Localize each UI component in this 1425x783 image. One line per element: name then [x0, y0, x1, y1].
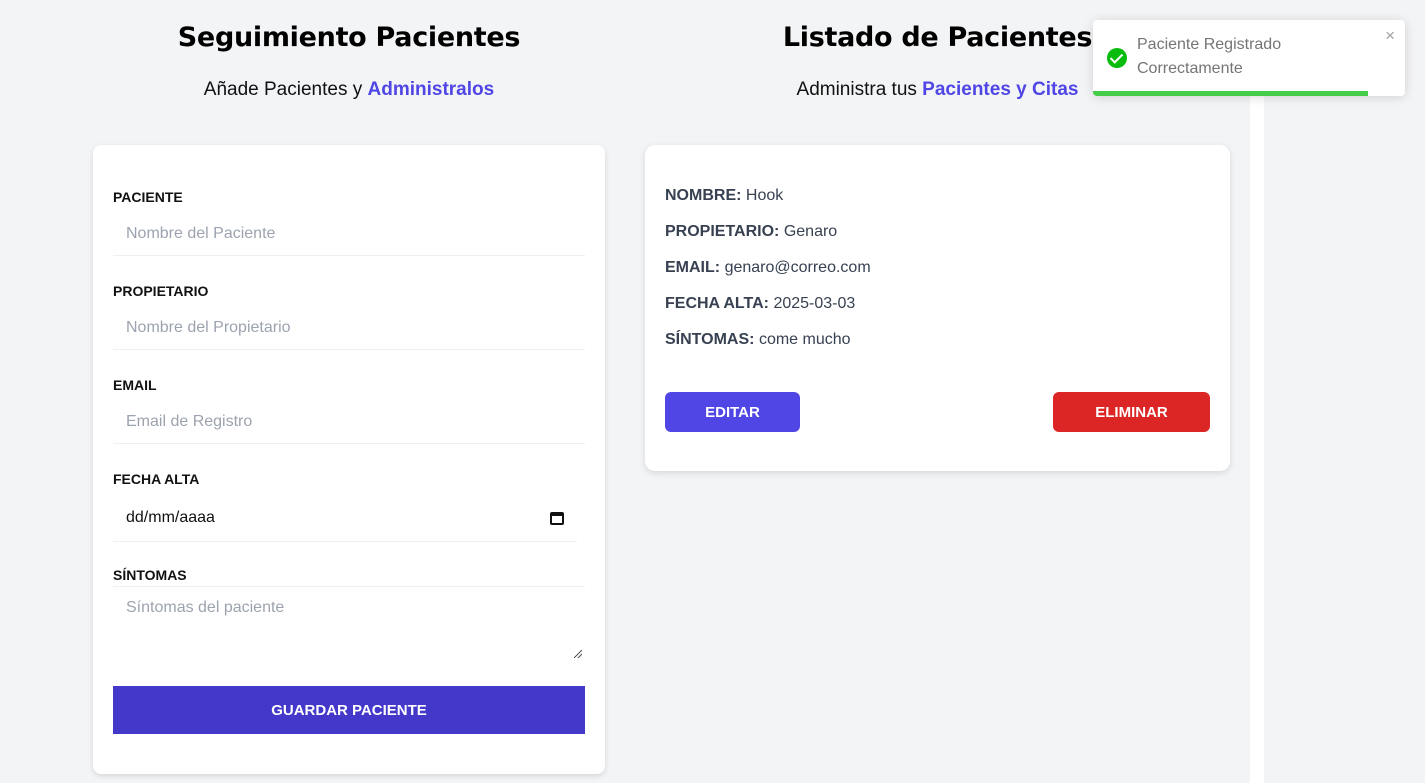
patient-sintomas: Síntomas: come mucho [665, 331, 851, 349]
guardar-paciente-button[interactable]: Guardar Paciente [113, 686, 585, 734]
toast-line-2: Correctamente [1137, 60, 1243, 77]
patient-form: Paciente Nombre del Paciente Propietario… [93, 145, 605, 774]
fecha-alta-input[interactable]: dd/mm/aaaa [113, 495, 577, 542]
resize-grip-icon[interactable] [574, 650, 582, 658]
email-label: Email [113, 377, 157, 393]
sintomas-key: Síntomas: [665, 331, 755, 348]
sintomas-value: come mucho [758, 331, 851, 348]
propietario-key: Propietario: [665, 223, 780, 240]
patient-fecha-alta: Fecha Alta: 2025-03-03 [665, 295, 855, 313]
patient-email: Email: genaro@correo.com [665, 259, 871, 277]
toast-line-1: Paciente Registrado [1137, 36, 1282, 53]
fecha-alta-key: Fecha Alta: [665, 295, 769, 312]
propietario-placeholder: Nombre del Propietario [126, 318, 291, 336]
list-subtitle-accent: Pacientes y Citas [922, 79, 1079, 100]
paciente-label: Paciente [113, 189, 183, 205]
close-icon[interactable]: × [1385, 26, 1395, 46]
sintomas-textarea[interactable]: Síntomas del paciente [113, 586, 585, 661]
email-input[interactable]: Email de Registro [113, 400, 585, 444]
right-gutter [1250, 95, 1264, 783]
propietario-value: Genaro [783, 223, 838, 240]
form-subtitle: Añade Pacientes y Administralos [93, 79, 605, 101]
propietario-label: Propietario [113, 283, 209, 299]
toast-progress-bar [1093, 91, 1368, 96]
success-toast[interactable]: Paciente Registrado Correctamente × [1093, 20, 1405, 96]
eliminar-button[interactable]: Eliminar [1053, 392, 1210, 432]
patient-card: Nombre: Hook Propietario: Genaro Email: … [645, 145, 1230, 471]
paciente-input[interactable]: Nombre del Paciente [113, 212, 585, 256]
editar-button[interactable]: Editar [665, 392, 800, 432]
patient-nombre: Nombre: Hook [665, 187, 783, 205]
fecha-alta-value-text: 2025-03-03 [773, 295, 856, 312]
sintomas-placeholder: Síntomas del paciente [126, 599, 285, 616]
email-key: Email: [665, 259, 721, 276]
app-page: Seguimiento Pacientes Añade Pacientes y … [0, 0, 1425, 783]
nombre-key: Nombre: [665, 187, 742, 204]
paciente-placeholder: Nombre del Paciente [126, 224, 276, 242]
nombre-value: Hook [745, 187, 784, 204]
fecha-alta-label: Fecha Alta [113, 471, 200, 487]
check-circle-icon [1107, 48, 1127, 68]
form-subtitle-accent: Administralos [367, 79, 495, 100]
calendar-icon[interactable] [550, 511, 564, 525]
form-title: Seguimiento Pacientes [177, 22, 521, 53]
patient-propietario: Propietario: Genaro [665, 223, 837, 241]
toast-message: Paciente Registrado Correctamente [1137, 33, 1337, 81]
fecha-alta-value: dd/mm/aaaa [126, 509, 215, 526]
propietario-input[interactable]: Nombre del Propietario [113, 306, 585, 350]
sintomas-label: Síntomas [113, 567, 187, 583]
email-placeholder: Email de Registro [126, 412, 253, 430]
list-subtitle-text: Administra tus [796, 79, 923, 100]
email-value: genaro@correo.com [724, 259, 871, 276]
form-subtitle-text: Añade Pacientes y [203, 79, 368, 100]
